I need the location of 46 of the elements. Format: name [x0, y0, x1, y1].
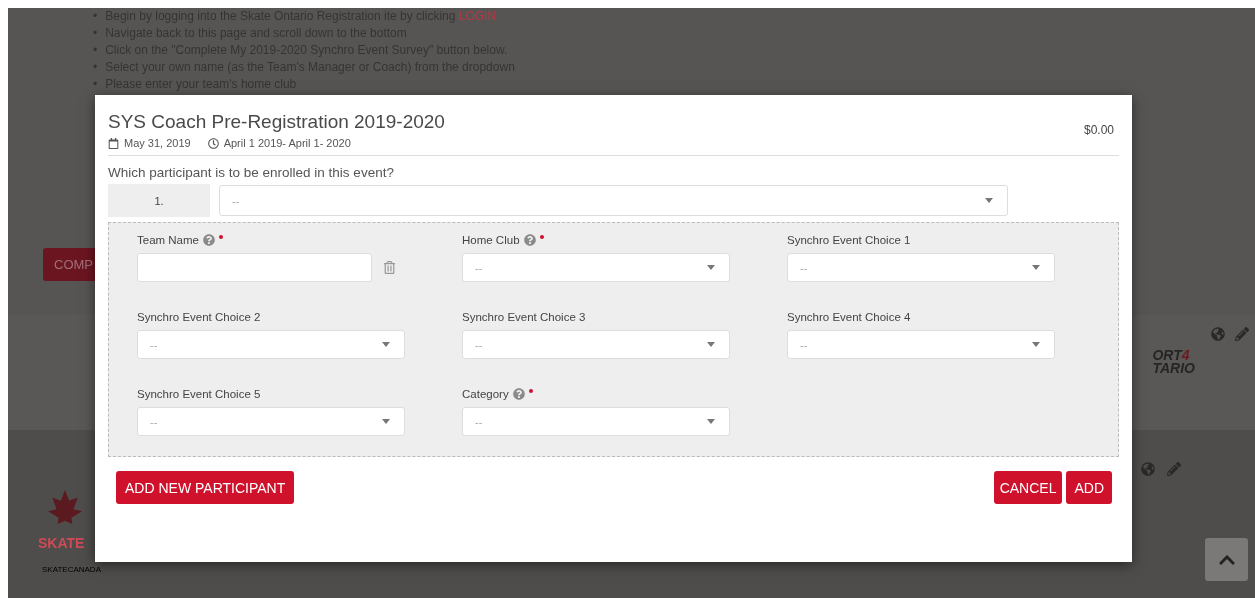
field-label: Home Club [462, 234, 520, 246]
dropdown[interactable]: -- [137, 407, 405, 436]
help-icon[interactable] [203, 234, 215, 246]
cancel-button[interactable]: CANCEL [993, 471, 1063, 504]
participant-number: 1. [108, 184, 210, 217]
dropdown[interactable]: -- [137, 330, 405, 359]
trash-icon[interactable] [383, 261, 396, 274]
calendar-icon [108, 137, 119, 149]
dropdown[interactable]: -- [462, 407, 730, 436]
pencil-icon[interactable] [1235, 327, 1249, 341]
field-label: Synchro Event Choice 5 [137, 388, 261, 400]
bullet-mark: • [93, 8, 98, 25]
price: $0.00 [1083, 123, 1114, 137]
logo-text: SKATE [38, 536, 85, 551]
login-link[interactable]: LOGIN [458, 9, 497, 23]
field-label: Synchro Event Choice 4 [787, 311, 911, 323]
bullet-mark: • [93, 59, 98, 76]
dropdown[interactable]: -- [462, 253, 730, 282]
field-label: Synchro Event Choice 3 [462, 311, 586, 323]
participant-dropdown[interactable]: -- [219, 185, 1008, 216]
pencil-icon[interactable] [1167, 462, 1181, 476]
bullet-mark: • [93, 42, 98, 59]
help-icon[interactable] [523, 234, 536, 246]
modal-title: SYS Coach Pre-Registration 2019-2020 [108, 111, 445, 133]
text-input[interactable] [137, 253, 372, 282]
maple-leaf-icon [48, 490, 82, 524]
field-label: Category [462, 388, 509, 400]
event-period: April 1 2019- April 1- 2020 [223, 137, 351, 149]
globe-icon[interactable] [1141, 462, 1155, 476]
globe-icon[interactable] [1211, 327, 1225, 341]
help-icon[interactable] [512, 388, 525, 400]
add-participant-button[interactable]: ADD NEW PARTICIPANT [116, 471, 295, 504]
scroll-top-button[interactable] [1205, 538, 1248, 581]
bullet-mark: • [93, 25, 98, 42]
field-label: Team Name [137, 234, 199, 246]
event-date: May 31, 2019 [124, 137, 191, 149]
question-text: Which participant is to be enrolled in this event? [108, 165, 395, 180]
field-label: Synchro Event Choice 2 [137, 311, 261, 323]
field-label: Synchro Event Choice 1 [787, 234, 911, 246]
logo-subtitle: SKATECANADA [42, 565, 101, 575]
dropdown[interactable]: -- [462, 330, 730, 359]
bullet-mark: • [93, 76, 98, 93]
dropdown[interactable]: -- [787, 330, 1055, 359]
clock-icon [207, 137, 219, 149]
dropdown[interactable]: -- [787, 253, 1055, 282]
add-button[interactable]: ADD [1066, 471, 1112, 504]
